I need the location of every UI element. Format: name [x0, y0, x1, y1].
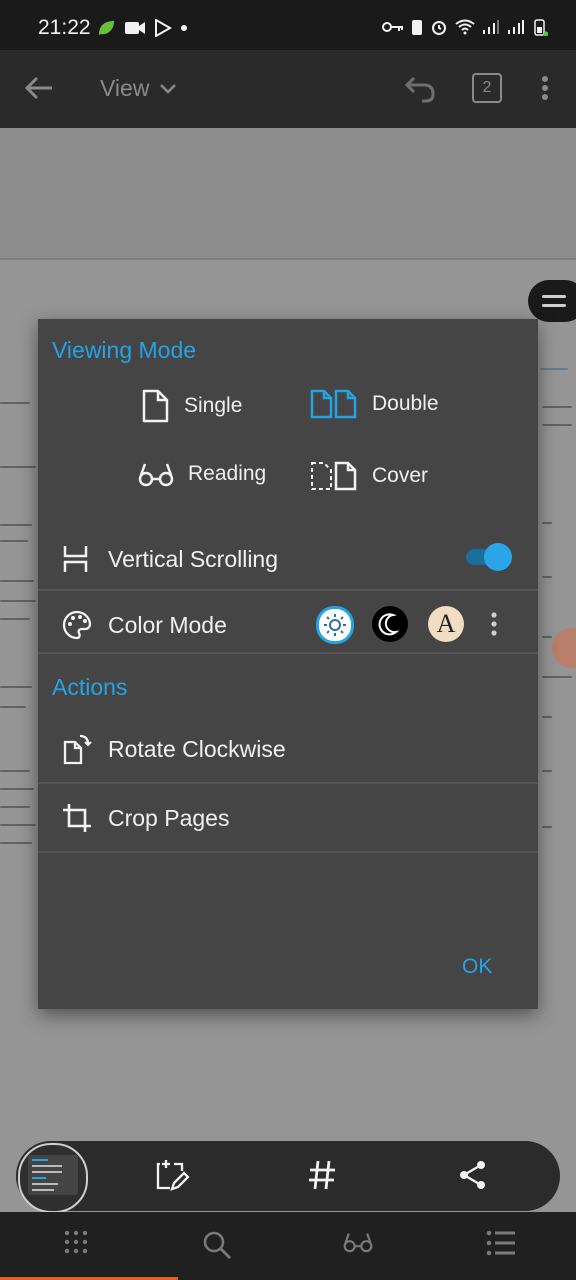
mode-cover-button[interactable]: Cover — [310, 461, 428, 491]
mode-single-button[interactable]: Single — [140, 389, 242, 423]
more-options-button[interactable] — [540, 75, 550, 106]
vertical-scrolling-toggle[interactable] — [466, 543, 512, 571]
view-dropdown[interactable]: View — [100, 75, 177, 102]
color-mode-sepia-button[interactable]: A — [428, 606, 464, 642]
double-page-icon — [310, 389, 357, 419]
actions-heading: Actions — [52, 674, 128, 700]
mode-cover-label: Cover — [372, 464, 429, 487]
mode-reading-label: Reading — [188, 462, 267, 485]
rotate-clockwise-label: Rotate Clockwise — [108, 735, 286, 762]
key-icon — [382, 22, 403, 32]
wifi-icon — [455, 19, 475, 35]
alarm-icon — [432, 21, 446, 35]
nav-grid-button[interactable] — [64, 1230, 88, 1259]
divider — [38, 782, 538, 784]
nav-search-button[interactable] — [202, 1230, 232, 1265]
floating-screenshot-thumbnail[interactable] — [18, 1143, 88, 1213]
app-bar-title: View — [100, 75, 150, 101]
vertical-scroll-icon — [63, 546, 88, 572]
crop-icon — [63, 804, 91, 832]
sun-icon — [324, 614, 346, 636]
reading-glasses-icon — [343, 1233, 373, 1253]
vertical-scrolling-row[interactable]: Vertical Scrolling — [38, 534, 538, 584]
divider — [38, 589, 538, 591]
handle-line — [542, 304, 566, 307]
divider — [38, 851, 538, 853]
share-icon — [460, 1161, 485, 1189]
handle-line — [542, 295, 566, 298]
system-icons — [382, 18, 548, 36]
leaf-icon — [99, 21, 114, 35]
back-button[interactable] — [24, 74, 54, 107]
vertical-scrolling-label: Vertical Scrolling — [108, 545, 279, 572]
reading-bar-handle[interactable] — [528, 280, 576, 322]
share-button[interactable] — [458, 1159, 488, 1196]
palette-icon — [62, 610, 92, 640]
cover-page-icon — [311, 461, 357, 491]
battery-icon — [534, 19, 548, 36]
signal-icon-2 — [508, 20, 524, 34]
play-store-icon — [155, 19, 172, 37]
undo-icon — [404, 76, 435, 103]
battery-saver-icon — [412, 20, 422, 35]
undo-button[interactable] — [404, 74, 436, 109]
nav-reading-mode-button[interactable] — [343, 1230, 373, 1259]
ok-button[interactable]: OK — [462, 955, 492, 979]
more-vert-icon — [542, 76, 548, 100]
arrow-left-icon — [24, 76, 52, 100]
toggle-knob — [484, 543, 512, 571]
dot-icon — [181, 25, 187, 31]
list-icon — [486, 1230, 515, 1256]
mode-reading-button[interactable]: Reading — [138, 461, 266, 487]
chevron-down-icon — [160, 83, 177, 94]
more-vert-icon — [491, 612, 497, 636]
search-icon — [203, 1231, 231, 1259]
add-annotation-button[interactable] — [154, 1159, 190, 1198]
color-mode-more-button[interactable] — [490, 611, 498, 642]
status-time: 21:22 — [38, 16, 91, 39]
thumbnail-preview — [28, 1155, 78, 1195]
bottom-toolbar — [16, 1141, 560, 1211]
view-settings-dialog: Viewing Mode Single Double Reading Cover… — [38, 319, 538, 1009]
mode-single-label: Single — [184, 394, 243, 417]
video-icon — [125, 22, 145, 34]
moon-icon — [378, 613, 400, 636]
app-bar: View 2 — [0, 50, 576, 128]
mode-double-label: Double — [372, 392, 439, 415]
rotate-clockwise-icon — [63, 734, 92, 765]
reading-glasses-icon — [138, 463, 174, 487]
go-to-page-button[interactable] — [307, 1159, 337, 1196]
hash-icon — [309, 1160, 335, 1190]
nav-outline-button[interactable] — [486, 1230, 516, 1261]
grid-icon — [64, 1230, 88, 1254]
add-edit-icon — [156, 1160, 190, 1191]
status-bar: 21:22 — [0, 0, 576, 50]
color-mode-label: Color Mode — [108, 611, 227, 638]
divider — [38, 652, 538, 654]
rotate-clockwise-button[interactable]: Rotate Clockwise — [38, 724, 538, 774]
color-mode-day-button[interactable] — [316, 606, 354, 644]
color-mode-night-button[interactable] — [372, 606, 408, 642]
notification-icons — [96, 18, 188, 38]
crop-pages-button[interactable]: Crop Pages — [38, 793, 538, 843]
bottom-navigation — [0, 1212, 576, 1280]
mode-double-button[interactable]: Double — [310, 389, 439, 419]
page-count-button[interactable]: 2 — [472, 73, 502, 103]
signal-icon — [483, 20, 499, 34]
crop-pages-label: Crop Pages — [108, 804, 230, 831]
viewing-mode-heading: Viewing Mode — [52, 337, 197, 363]
document-text-left — [0, 350, 38, 950]
single-page-icon — [142, 389, 169, 423]
